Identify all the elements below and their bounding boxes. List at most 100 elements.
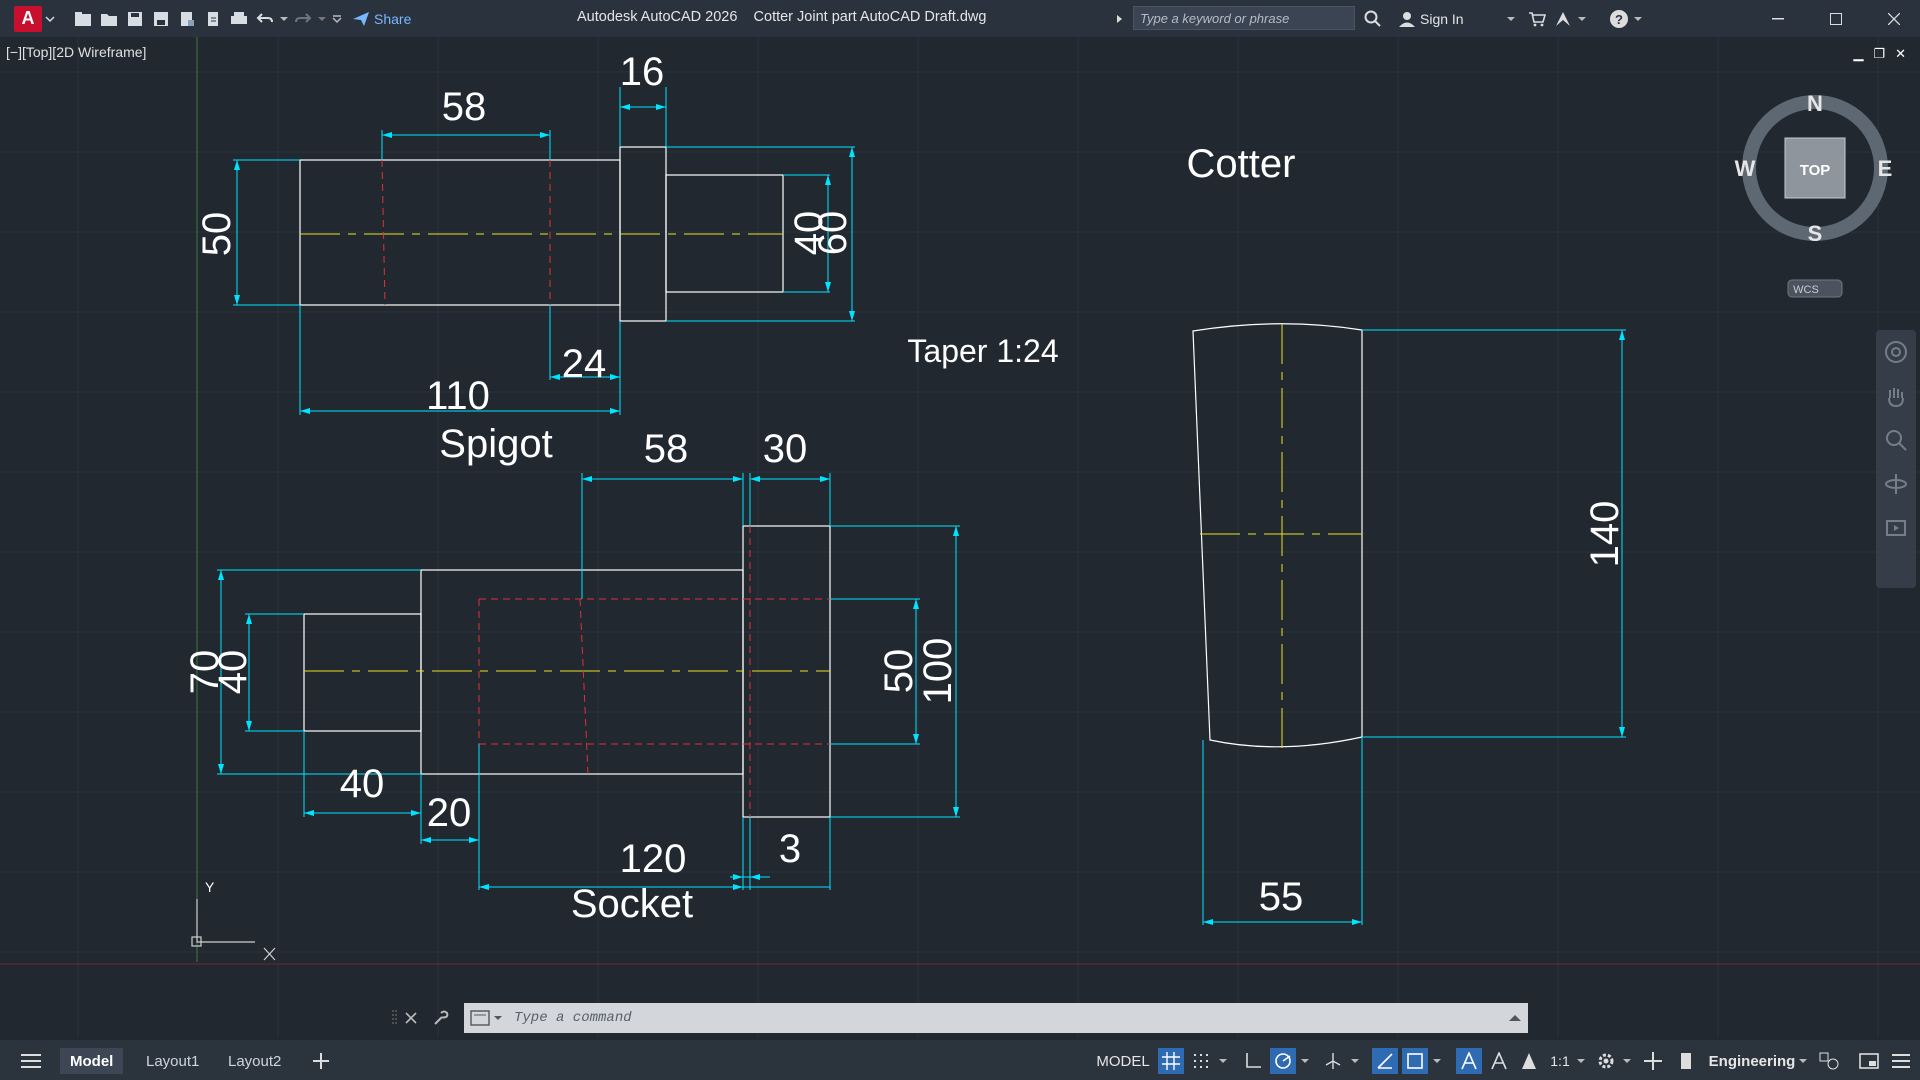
viewport-close-icon[interactable]: ✕ bbox=[1895, 46, 1906, 62]
status-bar: Model Layout1 Layout2 MODEL 1:1 Engineer… bbox=[0, 1040, 1920, 1080]
viewcube[interactable]: TOP N S E W WCS bbox=[1735, 91, 1893, 298]
command-line bbox=[392, 1003, 1528, 1033]
export-icon[interactable] bbox=[174, 6, 200, 32]
help-search-box[interactable] bbox=[1133, 6, 1355, 30]
close-button[interactable] bbox=[1866, 0, 1920, 37]
pan-hand-icon[interactable] bbox=[1876, 374, 1916, 418]
compass-north[interactable]: N bbox=[1807, 91, 1823, 116]
dim-spigot-24: 24 bbox=[562, 342, 607, 386]
compass-west[interactable]: W bbox=[1735, 156, 1756, 181]
close-command-line-icon[interactable] bbox=[404, 1011, 418, 1025]
redo-dropdown-icon[interactable] bbox=[316, 6, 328, 32]
cotter-dimension-arrows bbox=[1203, 330, 1625, 925]
compass-east[interactable]: E bbox=[1878, 156, 1893, 181]
app-store-dropdown-icon[interactable] bbox=[1576, 6, 1588, 32]
gear-icon[interactable] bbox=[1592, 1048, 1620, 1074]
share-button[interactable]: Share bbox=[352, 11, 411, 27]
workspace-dropdown-icon[interactable] bbox=[1796, 1048, 1810, 1074]
title-bar: A Share Autodesk AutoCAD 2026 Cotter Joi… bbox=[0, 0, 1920, 37]
grip-icon[interactable] bbox=[392, 1008, 398, 1028]
tab-layout2[interactable]: Layout2 bbox=[218, 1048, 291, 1074]
hamburger-menu-icon[interactable] bbox=[16, 1048, 46, 1074]
help-dropdown-icon[interactable] bbox=[1632, 6, 1644, 32]
drawing-canvas[interactable]: 58 16 50 40 60 24 110 Spigot 58 30 70 40… bbox=[0, 37, 1920, 1037]
isodraft-dropdown-icon[interactable] bbox=[1348, 1048, 1362, 1074]
add-layout-icon[interactable] bbox=[306, 1048, 336, 1074]
customize-wrench-icon[interactable] bbox=[432, 1009, 450, 1027]
polar-tracking-icon[interactable] bbox=[1270, 1048, 1296, 1074]
new-file-icon[interactable] bbox=[70, 6, 96, 32]
model-space-button[interactable]: MODEL bbox=[1096, 1048, 1150, 1074]
object-snap-icon[interactable] bbox=[1402, 1048, 1428, 1074]
annotation-scale-value[interactable]: 1:1 bbox=[1546, 1048, 1574, 1074]
showmotion-icon[interactable] bbox=[1876, 506, 1916, 550]
viewport-controls-label[interactable]: [−][Top][2D Wireframe] bbox=[6, 44, 146, 60]
orbit-icon[interactable] bbox=[1876, 462, 1916, 506]
autodesk-app-store-icon[interactable] bbox=[1550, 6, 1576, 32]
steering-wheel-icon[interactable] bbox=[1876, 330, 1916, 374]
application-menu-button[interactable]: A bbox=[14, 5, 42, 32]
save-as-icon[interactable] bbox=[148, 6, 174, 32]
sign-in-button[interactable]: Sign In bbox=[1420, 11, 1464, 27]
dim-spigot-collar-dia-60: 60 bbox=[811, 211, 855, 256]
search-icon[interactable] bbox=[1360, 6, 1386, 32]
command-history-icon[interactable] bbox=[1508, 1013, 1522, 1023]
chevron-down-icon[interactable] bbox=[42, 6, 58, 32]
ortho-icon[interactable] bbox=[1240, 1048, 1266, 1074]
spigot-drawing[interactable]: 58 16 50 40 60 24 110 Spigot bbox=[195, 50, 855, 466]
scale-dropdown-icon[interactable] bbox=[1574, 1048, 1588, 1074]
compass-south[interactable]: S bbox=[1808, 221, 1823, 246]
workspace-icon[interactable] bbox=[1676, 1048, 1696, 1074]
socket-dimension-arrows bbox=[218, 476, 959, 890]
clean-screen-icon[interactable] bbox=[1856, 1048, 1882, 1074]
zoom-extents-icon[interactable] bbox=[1876, 418, 1916, 462]
paper-plane-icon bbox=[353, 11, 369, 26]
expand-arrow-icon[interactable] bbox=[1112, 6, 1128, 32]
workspace-switcher[interactable]: Engineering bbox=[1702, 1048, 1802, 1074]
command-input[interactable] bbox=[512, 1009, 1508, 1027]
grid-icon[interactable] bbox=[1158, 1048, 1184, 1074]
help-icon[interactable]: ? bbox=[1606, 6, 1632, 32]
cotter-drawing[interactable]: Cotter Taper 1:24 140 55 bbox=[907, 142, 1627, 925]
object-snap-dropdown-icon[interactable] bbox=[1430, 1048, 1444, 1074]
ucs-menu-label: WCS bbox=[1793, 284, 1819, 296]
plus-icon[interactable] bbox=[1640, 1048, 1666, 1074]
annotation-scale-icon[interactable] bbox=[1516, 1048, 1542, 1074]
isodraft-icon[interactable] bbox=[1320, 1048, 1346, 1074]
polar-dropdown-icon[interactable] bbox=[1298, 1048, 1312, 1074]
auto-scale-icon[interactable] bbox=[1486, 1048, 1512, 1074]
undo-dropdown-icon[interactable] bbox=[278, 6, 290, 32]
annotation-visibility-icon[interactable] bbox=[1456, 1048, 1482, 1074]
help-search-input[interactable] bbox=[1134, 7, 1354, 29]
dim-cotter-55: 55 bbox=[1259, 875, 1304, 919]
customize-toolbar-icon[interactable] bbox=[328, 6, 346, 32]
maximize-button[interactable] bbox=[1808, 0, 1864, 37]
snap-mode-icon[interactable] bbox=[1188, 1048, 1214, 1074]
customization-menu-icon[interactable] bbox=[1888, 1048, 1914, 1074]
user-icon[interactable] bbox=[1394, 6, 1420, 32]
undo-icon[interactable] bbox=[252, 6, 278, 32]
minimize-button[interactable] bbox=[1750, 0, 1806, 37]
open-folder-icon[interactable] bbox=[96, 6, 122, 32]
sign-in-dropdown-icon[interactable] bbox=[1504, 6, 1518, 32]
viewport-minimize-icon[interactable]: ▁ bbox=[1853, 46, 1863, 62]
redo-icon[interactable] bbox=[290, 6, 316, 32]
cart-icon[interactable] bbox=[1524, 6, 1550, 32]
tab-model[interactable]: Model bbox=[60, 1048, 124, 1074]
plot-icon[interactable] bbox=[226, 6, 252, 32]
tab-layout1[interactable]: Layout1 bbox=[136, 1048, 209, 1074]
command-input-box[interactable] bbox=[464, 1003, 1528, 1033]
workspace-settings-dropdown-icon[interactable] bbox=[1620, 1048, 1634, 1074]
object-snap-tracking-icon[interactable] bbox=[1372, 1048, 1398, 1074]
dim-socket-dia-50: 50 bbox=[877, 649, 921, 694]
recent-commands-icon[interactable] bbox=[470, 1009, 506, 1027]
save-icon[interactable] bbox=[122, 6, 148, 32]
dim-cotter-140: 140 bbox=[1583, 501, 1627, 568]
viewport-restore-icon[interactable]: ❐ bbox=[1873, 46, 1885, 62]
snap-dropdown-icon[interactable] bbox=[1216, 1048, 1230, 1074]
publish-icon[interactable] bbox=[200, 6, 226, 32]
units-icon[interactable] bbox=[1816, 1048, 1842, 1074]
cotter-title: Cotter bbox=[1187, 142, 1296, 186]
socket-drawing[interactable]: 58 30 70 40 50 100 40 20 120 3 Socket bbox=[183, 427, 960, 926]
spigot-title: Spigot bbox=[439, 422, 552, 466]
